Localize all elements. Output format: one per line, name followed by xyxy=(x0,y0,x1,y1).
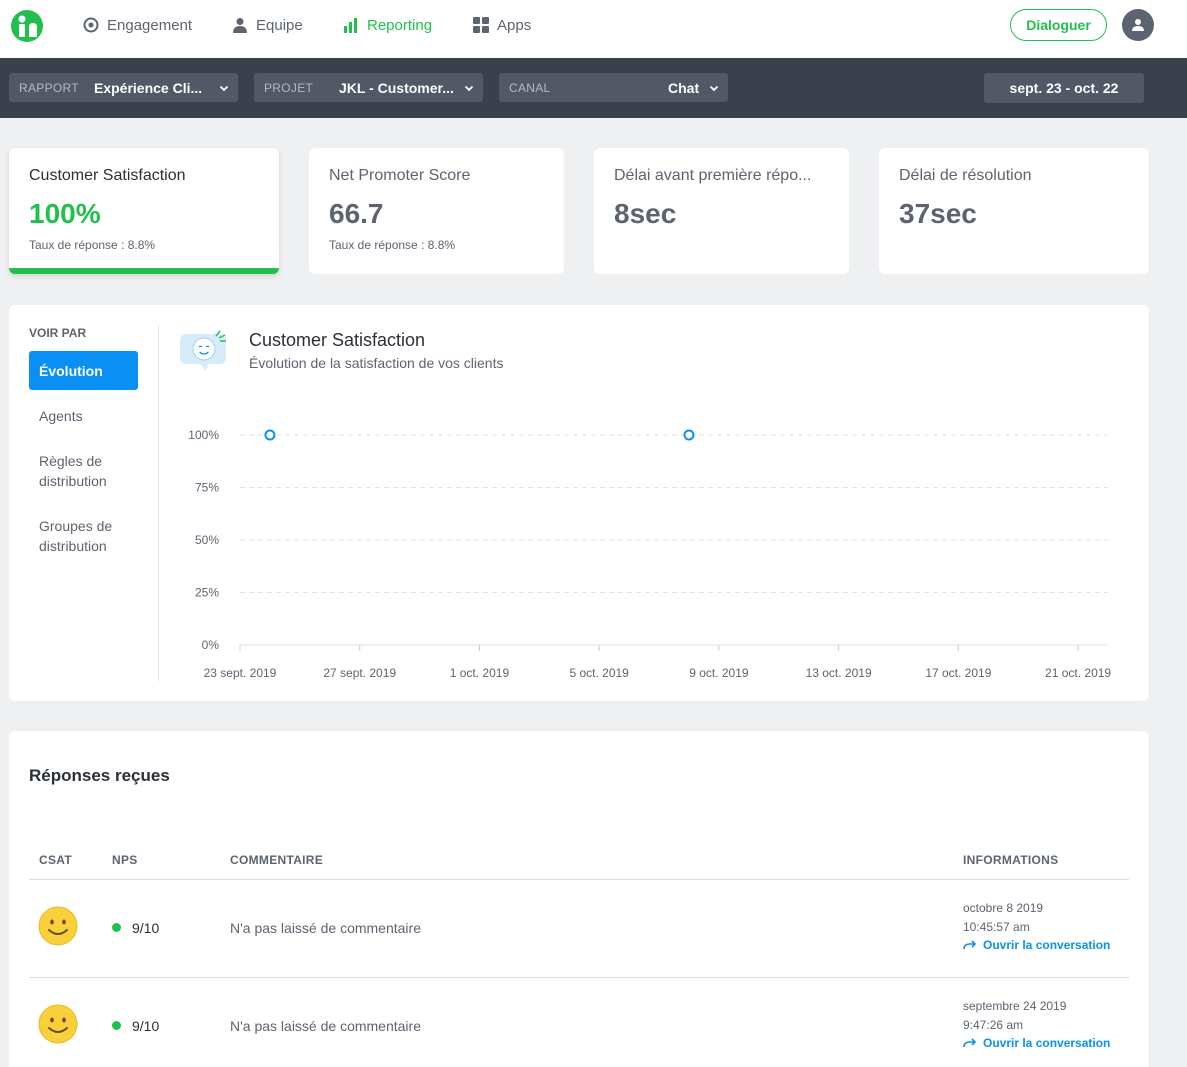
table-header-divider xyxy=(29,879,1129,880)
kpi-card-csat[interactable]: Customer Satisfaction 100% Taux de répon… xyxy=(9,148,279,274)
active-indicator xyxy=(9,268,279,274)
responses-title: Réponses reçues xyxy=(29,766,170,785)
rapport-label: RAPPORT xyxy=(19,80,79,95)
y-tick-label: 0% xyxy=(202,638,220,652)
person-icon xyxy=(233,18,247,33)
response-date: octobre 8 2019 xyxy=(963,901,1044,915)
open-conversation-label: Ouvrir la conversation xyxy=(983,1036,1111,1050)
sidebar-divider xyxy=(158,325,159,681)
kpi-subtext: Taux de réponse : 8.8% xyxy=(29,238,156,252)
nps-value: 9/10 xyxy=(132,1018,160,1034)
chevron-down-icon xyxy=(219,85,229,92)
canal-label: CANAL xyxy=(509,80,551,95)
user-avatar[interactable] xyxy=(1122,9,1154,41)
grid-icon xyxy=(473,17,489,33)
csat-chart: 100% 75% 50% 25% 0% 23 sept. 2019 27 sept. 201… xyxy=(188,428,1111,680)
projet-label: PROJET xyxy=(264,80,314,95)
kpi-title: Délai de résolution xyxy=(899,167,1032,184)
comment-text: N'a pas laissé de commentaire xyxy=(230,1018,421,1034)
nav-reporting[interactable]: Reporting xyxy=(343,16,432,34)
kpi-value: 100% xyxy=(29,198,101,229)
chat-bubble-smiley-icon xyxy=(180,330,226,371)
x-tick-label: 23 sept. 2019 xyxy=(204,666,277,680)
canal-value: Chat xyxy=(668,79,700,96)
date-range-picker[interactable]: sept. 23 - oct. 22 xyxy=(984,73,1144,103)
response-date: septembre 24 2019 xyxy=(963,999,1067,1013)
y-tick-label: 50% xyxy=(195,533,219,547)
kpi-card-nps[interactable]: Net Promoter Score 66.7 Taux de réponse … xyxy=(309,148,564,274)
dialoguer-button[interactable]: Dialoguer xyxy=(1010,9,1107,41)
nps-status-dot xyxy=(112,923,121,932)
nav-equipe[interactable]: Equipe xyxy=(232,16,303,34)
data-point xyxy=(264,429,276,441)
column-header-info[interactable]: INFORMATIONS xyxy=(963,853,1058,867)
kpi-card-resolution[interactable]: Délai de résolution 37sec xyxy=(879,148,1149,274)
nav-engagement-label: Engagement xyxy=(107,16,193,34)
kpi-value: 8sec xyxy=(614,198,677,229)
y-tick-label: 25% xyxy=(195,586,219,600)
response-time: 10:45:57 am xyxy=(963,920,1030,934)
user-icon xyxy=(1132,19,1144,31)
chevron-down-icon xyxy=(464,85,474,92)
x-tick-label: 27 sept. 2019 xyxy=(323,666,396,680)
voir-par-label: VOIR PAR xyxy=(29,326,87,340)
top-navigation: Engagement Equipe Reporting Apps Dialogu… xyxy=(0,0,1187,58)
open-conversation-link[interactable]: Ouvrir la conversation xyxy=(963,938,1110,952)
bar-chart-icon xyxy=(344,18,357,33)
x-tick-label: 17 oct. 2019 xyxy=(925,666,991,680)
rapport-value: Expérience Cli... xyxy=(94,79,203,96)
column-header-nps[interactable]: NPS xyxy=(112,853,138,867)
nav-reporting-label: Reporting xyxy=(367,16,433,34)
x-tick-label: 5 oct. 2019 xyxy=(569,666,629,680)
kpi-card-first-response[interactable]: Délai avant première répo... 8sec xyxy=(594,148,849,274)
arrow-forward-icon xyxy=(963,940,977,950)
row-divider xyxy=(29,977,1129,978)
target-icon xyxy=(83,17,99,33)
data-point xyxy=(683,429,695,441)
column-header-csat[interactable]: CSAT xyxy=(39,853,72,867)
nav-equipe-label: Equipe xyxy=(256,16,303,34)
nav-apps-label: Apps xyxy=(497,16,532,34)
comment-text: N'a pas laissé de commentaire xyxy=(230,920,421,936)
chart-title: Customer Satisfaction xyxy=(249,330,426,350)
open-conversation-link[interactable]: Ouvrir la conversation xyxy=(963,1036,1110,1050)
nav-engagement[interactable]: Engagement xyxy=(83,16,192,34)
smiley-face-icon xyxy=(38,1004,78,1044)
kpi-value: 37sec xyxy=(899,198,977,229)
sidebar-item-regles[interactable]: Règles de distribution xyxy=(29,451,129,491)
column-header-comment[interactable]: COMMENTAIRE xyxy=(230,853,323,867)
kpi-title: Net Promoter Score xyxy=(329,167,471,184)
nps-value: 9/10 xyxy=(132,920,160,936)
sidebar-item-agents[interactable]: Agents xyxy=(29,406,138,426)
projet-value: JKL - Customer... xyxy=(339,79,454,96)
kpi-title: Customer Satisfaction xyxy=(29,167,186,184)
sidebar-item-groupes[interactable]: Groupes de distribution xyxy=(29,516,129,556)
nav-apps[interactable]: Apps xyxy=(473,16,531,34)
sidebar-item-evolution[interactable]: Évolution xyxy=(29,351,138,390)
projet-select[interactable]: PROJET JKL - Customer... xyxy=(254,73,483,102)
app-logo-icon[interactable] xyxy=(10,9,44,43)
x-tick-label: 1 oct. 2019 xyxy=(450,666,510,680)
y-tick-label: 100% xyxy=(188,428,219,442)
smiley-face-icon xyxy=(38,906,78,946)
kpi-value: 66.7 xyxy=(329,198,384,229)
chart-subtitle: Évolution de la satisfaction de vos clie… xyxy=(249,355,504,371)
arrow-forward-icon xyxy=(963,1038,977,1048)
canal-select[interactable]: CANAL Chat xyxy=(499,73,728,102)
x-tick-label: 21 oct. 2019 xyxy=(1045,666,1111,680)
rapport-select[interactable]: RAPPORT Expérience Cli... xyxy=(9,73,238,102)
x-tick-label: 13 oct. 2019 xyxy=(806,666,872,680)
kpi-title: Délai avant première répo... xyxy=(614,167,812,184)
chevron-down-icon xyxy=(709,85,719,92)
response-time: 9:47:26 am xyxy=(963,1018,1024,1032)
kpi-subtext: Taux de réponse : 8.8% xyxy=(329,238,456,252)
open-conversation-label: Ouvrir la conversation xyxy=(983,938,1111,952)
y-tick-label: 75% xyxy=(195,481,219,495)
x-tick-label: 9 oct. 2019 xyxy=(689,666,749,680)
nps-status-dot xyxy=(112,1021,121,1030)
